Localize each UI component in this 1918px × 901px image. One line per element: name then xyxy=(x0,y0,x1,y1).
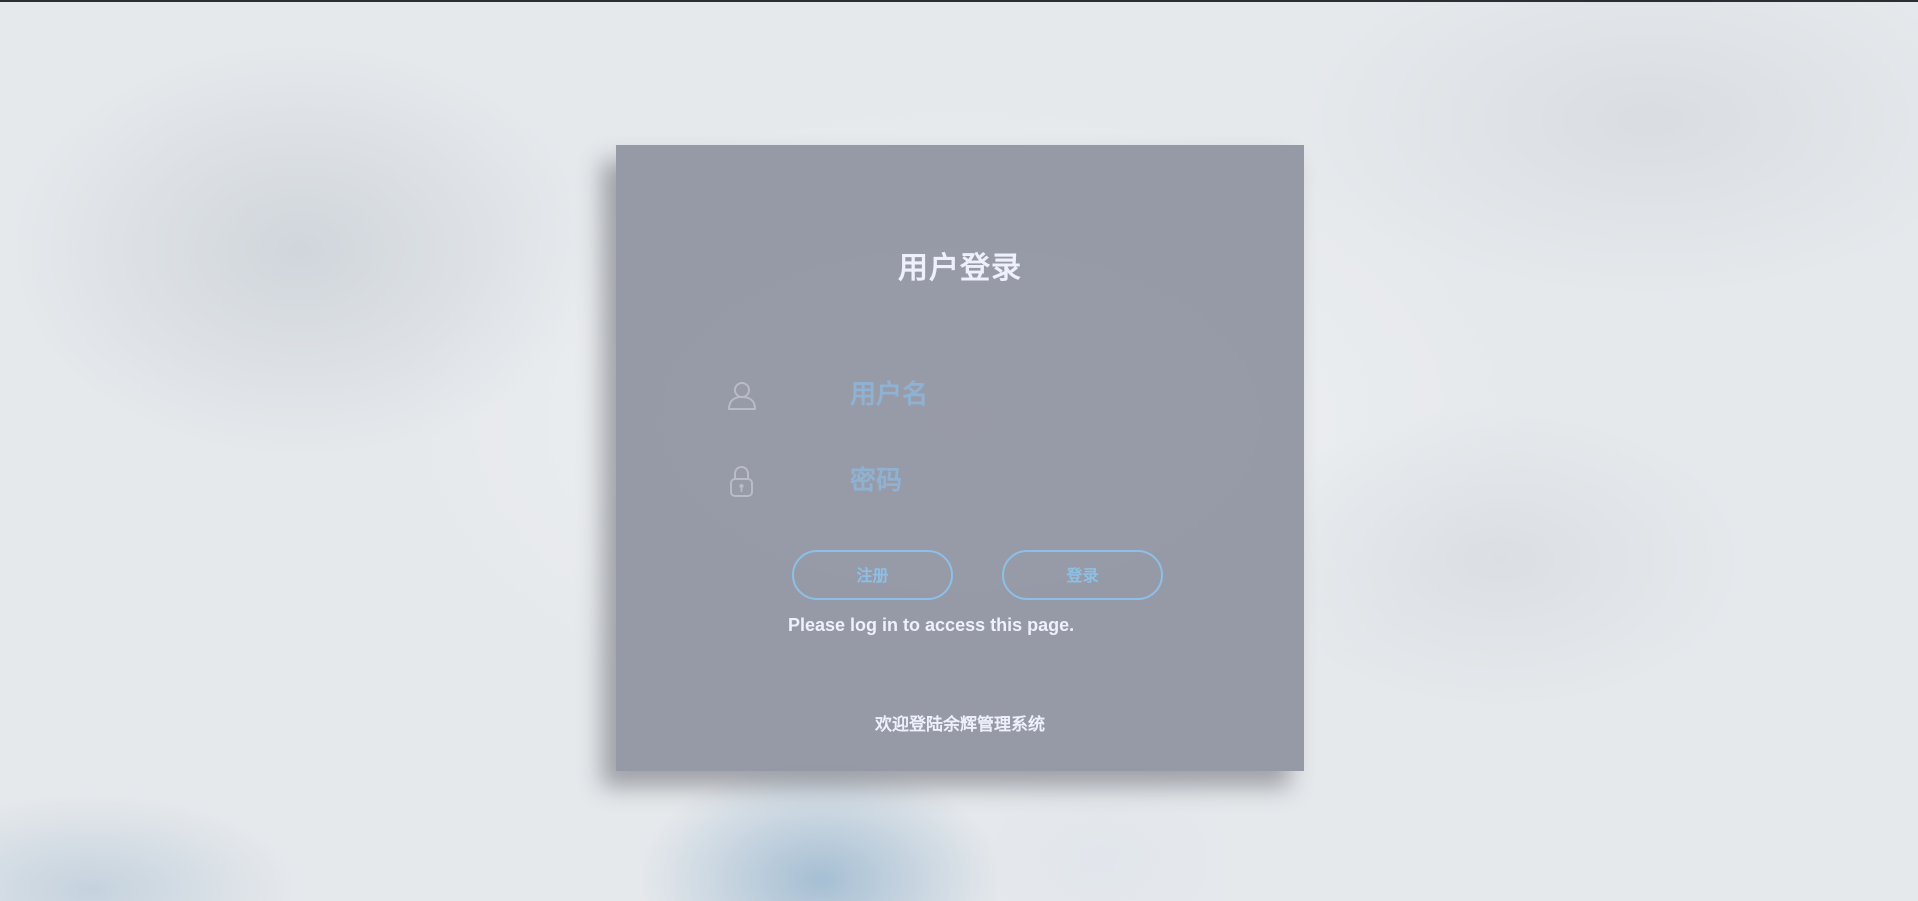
login-title: 用户登录 xyxy=(898,252,1022,285)
register-button[interactable]: 注册 xyxy=(792,550,953,600)
username-field xyxy=(726,373,1196,417)
username-input[interactable] xyxy=(850,375,1170,413)
lock-icon xyxy=(726,465,758,497)
password-field xyxy=(726,459,1196,503)
login-message: Please log in to access this page. xyxy=(788,615,1075,635)
user-icon xyxy=(726,379,758,411)
login-button[interactable]: 登录 xyxy=(1002,550,1163,600)
welcome-footer: 欢迎登陆余辉管理系统 xyxy=(875,715,1045,735)
top-border xyxy=(0,0,1918,2)
password-input[interactable] xyxy=(850,461,1170,499)
login-panel: 用户登录 注册 登录 Please log in to access this … xyxy=(616,145,1304,771)
